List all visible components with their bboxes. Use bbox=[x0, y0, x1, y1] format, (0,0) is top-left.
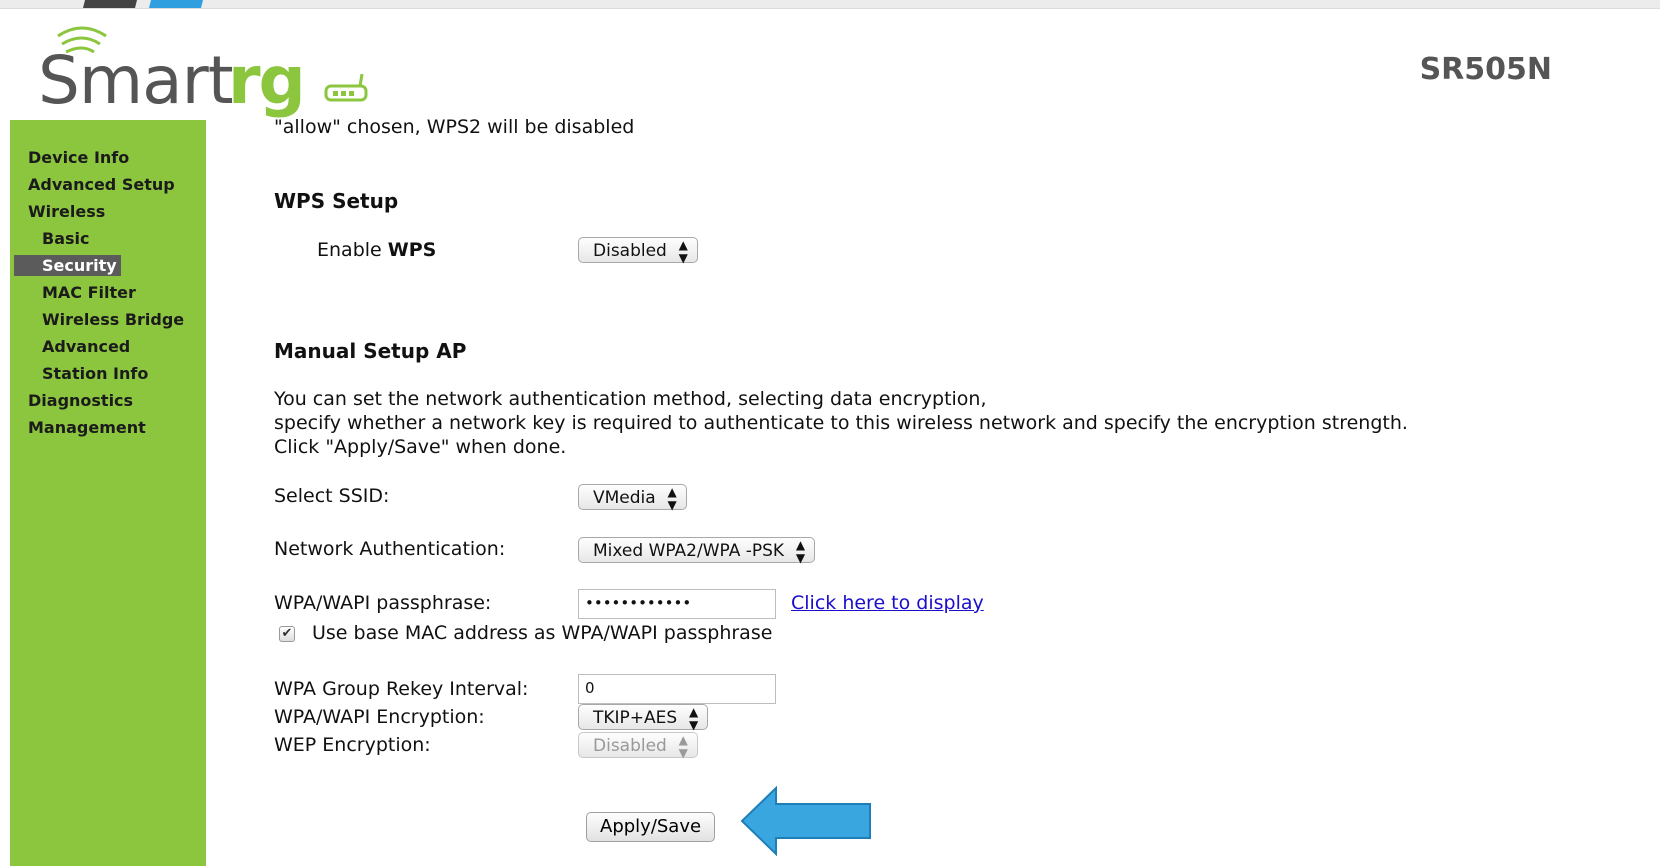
desc-line-1: You can set the network authentication m… bbox=[274, 388, 987, 410]
tab-blue-marker bbox=[149, 0, 203, 8]
wep-select: Disabled ▲ ▼ bbox=[578, 732, 698, 760]
ssid-label: Select SSID: bbox=[274, 485, 390, 507]
encryption-select-value: TKIP+AES bbox=[593, 708, 678, 728]
rekey-label: WPA Group Rekey Interval: bbox=[274, 678, 529, 700]
passphrase-input[interactable]: •••••••••••• bbox=[578, 589, 776, 619]
ssid-select-value: VMedia bbox=[593, 488, 656, 508]
encryption-select[interactable]: TKIP+AES ▲ ▼ bbox=[578, 704, 709, 732]
auth-select[interactable]: Mixed WPA2/WPA -PSK ▲ ▼ bbox=[578, 537, 816, 565]
select-arrows-icon: ▲ ▼ bbox=[678, 238, 688, 265]
mac-passphrase-checkbox[interactable]: ✔ bbox=[279, 626, 295, 642]
sidebar-item-diagnostics[interactable]: Diagnostics bbox=[28, 391, 133, 410]
enable-wps-bold: WPS bbox=[387, 239, 437, 261]
auth-select-value: Mixed WPA2/WPA -PSK bbox=[593, 541, 785, 561]
manual-setup-heading: Manual Setup AP bbox=[274, 339, 467, 363]
ssid-select[interactable]: VMedia ▲ ▼ bbox=[578, 484, 687, 512]
display-passphrase-link[interactable]: Click here to display bbox=[791, 592, 984, 614]
wps-note: "allow" chosen, WPS2 will be disabled bbox=[274, 116, 635, 138]
desc-line-2: specify whether a network key is require… bbox=[274, 412, 1408, 434]
sidebar-item-mac-filter[interactable]: MAC Filter bbox=[42, 283, 136, 302]
apply-save-button[interactable]: Apply/Save bbox=[586, 812, 716, 842]
select-arrows-icon: ▲ ▼ bbox=[667, 485, 677, 512]
sidebar-nav: Device Info Advanced Setup Wireless Basi… bbox=[10, 120, 206, 866]
sidebar-item-device-info[interactable]: Device Info bbox=[28, 148, 129, 167]
sidebar-item-station-info[interactable]: Station Info bbox=[42, 364, 148, 383]
tab-dark-marker bbox=[83, 0, 137, 8]
wep-select-value: Disabled bbox=[593, 736, 667, 756]
sidebar-item-advanced-setup[interactable]: Advanced Setup bbox=[28, 175, 175, 194]
sidebar-item-security[interactable]: Security bbox=[14, 255, 121, 276]
enable-wps-select-value: Disabled bbox=[593, 241, 667, 261]
sidebar-item-wireless[interactable]: Wireless bbox=[28, 202, 105, 221]
rekey-input[interactable]: 0 bbox=[578, 674, 776, 704]
sidebar-item-basic[interactable]: Basic bbox=[42, 229, 89, 248]
auth-label: Network Authentication: bbox=[274, 538, 506, 560]
pointer-arrow-icon bbox=[740, 786, 871, 856]
enable-wps-label: Enable WPS bbox=[317, 239, 436, 261]
sidebar-item-wireless-bridge[interactable]: Wireless Bridge bbox=[42, 310, 184, 329]
encryption-label: WPA/WAPI Encryption: bbox=[274, 706, 485, 728]
select-arrows-icon: ▲ ▼ bbox=[795, 538, 806, 565]
enable-wps-select[interactable]: Disabled ▲ ▼ bbox=[578, 237, 698, 265]
select-arrows-icon: ▲ ▼ bbox=[688, 705, 699, 732]
mac-passphrase-label: Use base MAC address as WPA/WAPI passphr… bbox=[312, 622, 773, 644]
checkmark-icon: ✔ bbox=[281, 626, 293, 641]
desc-line-3: Click "Apply/Save" when done. bbox=[274, 436, 567, 458]
sidebar-item-advanced[interactable]: Advanced bbox=[42, 337, 130, 356]
select-arrows-icon: ▲ ▼ bbox=[678, 733, 688, 760]
wps-setup-heading: WPS Setup bbox=[274, 189, 399, 213]
main-content: "allow" chosen, WPS2 will be disabled WP… bbox=[274, 0, 1654, 866]
passphrase-label: WPA/WAPI passphrase: bbox=[274, 592, 492, 614]
sidebar-item-management[interactable]: Management bbox=[28, 418, 146, 437]
logo-smart-text: Smart bbox=[38, 42, 234, 119]
wep-label: WEP Encryption: bbox=[274, 734, 431, 756]
enable-wps-prefix: Enable bbox=[317, 239, 388, 261]
